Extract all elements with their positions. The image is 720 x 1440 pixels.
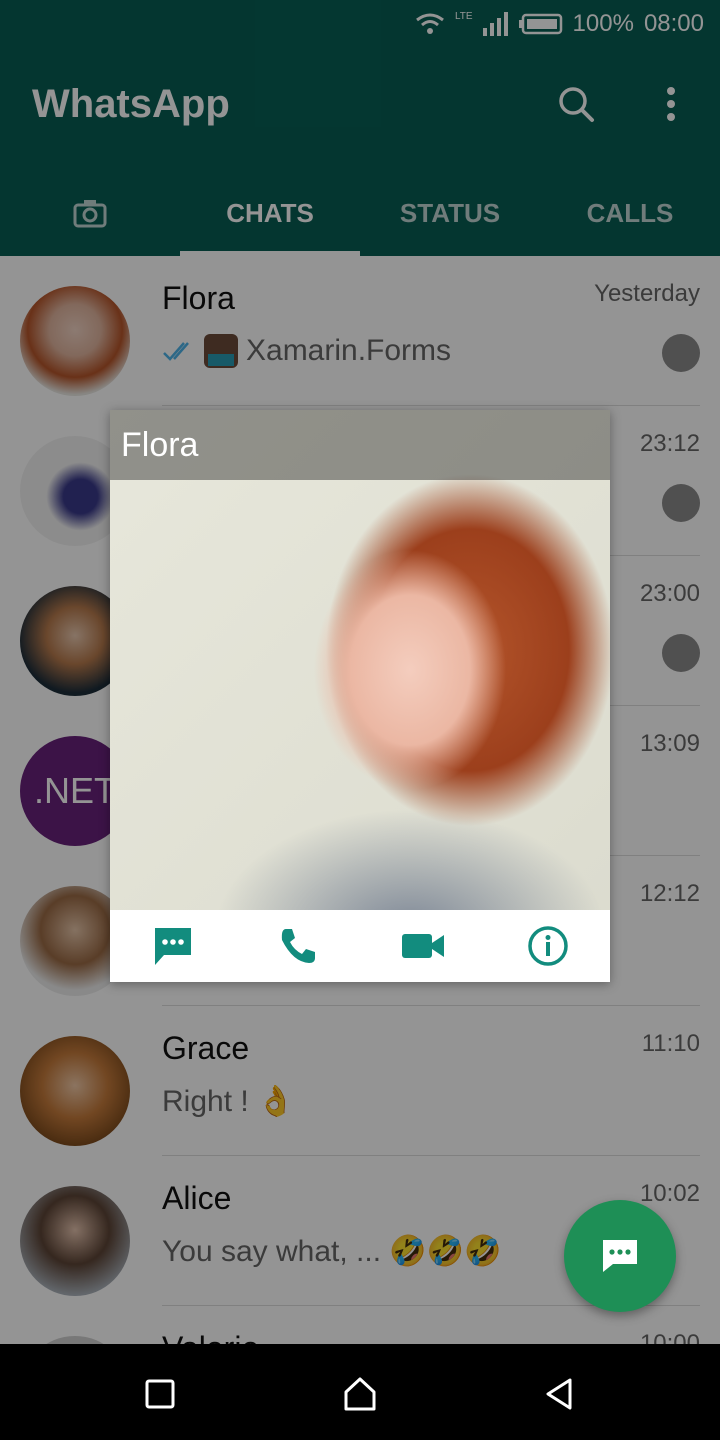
video-call-button[interactable] bbox=[360, 910, 485, 982]
call-button[interactable] bbox=[235, 910, 360, 982]
popup-actions bbox=[110, 910, 610, 982]
video-call-icon bbox=[401, 934, 444, 958]
profile-photo[interactable] bbox=[110, 410, 610, 910]
message-icon bbox=[154, 928, 191, 965]
screen: LTE 100% 08:00 WhatsApp CHATS STATUS CAL… bbox=[0, 0, 720, 1344]
recents-icon[interactable] bbox=[140, 1374, 180, 1414]
call-icon bbox=[281, 929, 315, 963]
new-chat-icon bbox=[603, 1240, 637, 1272]
system-nav-bar bbox=[0, 1344, 720, 1440]
new-chat-button[interactable] bbox=[564, 1200, 676, 1312]
back-icon[interactable] bbox=[540, 1374, 580, 1414]
info-icon bbox=[527, 926, 568, 966]
popup-name-bar: Flora bbox=[110, 410, 610, 480]
message-button[interactable] bbox=[110, 910, 235, 982]
home-icon[interactable] bbox=[340, 1374, 380, 1414]
popup-name: Flora bbox=[121, 426, 199, 464]
profile-popup: Flora bbox=[110, 410, 610, 982]
info-button[interactable] bbox=[485, 910, 610, 982]
